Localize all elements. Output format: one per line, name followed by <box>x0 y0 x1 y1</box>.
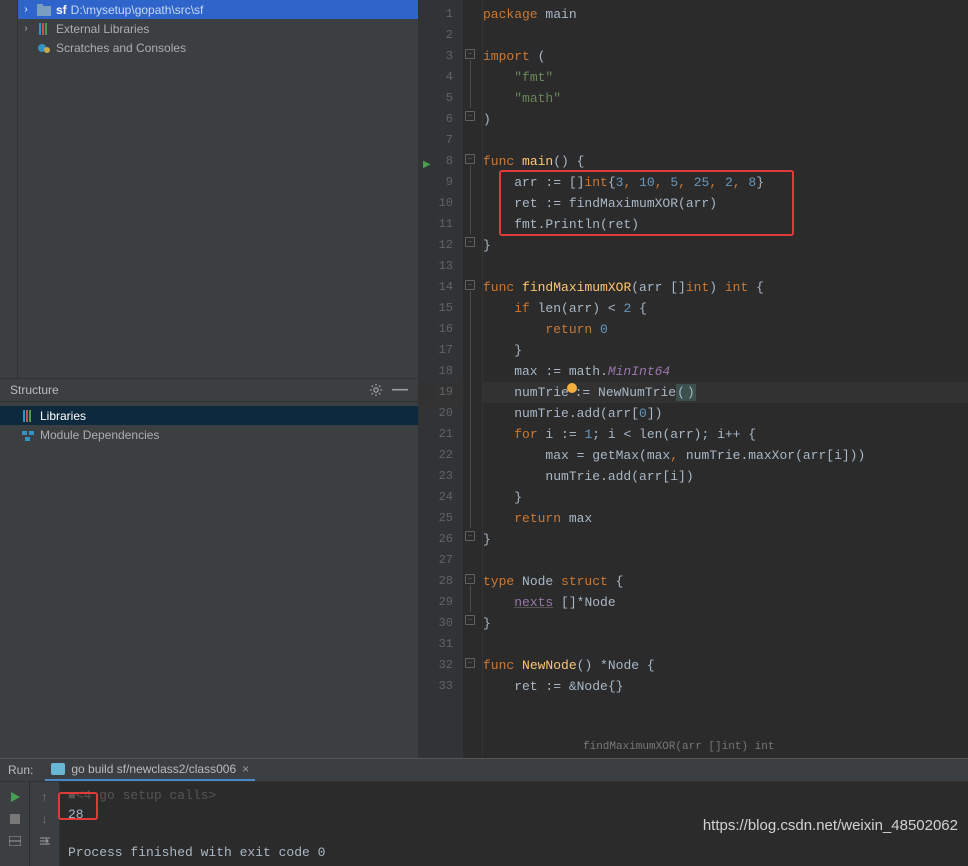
tree-item-name: External Libraries <box>56 22 149 36</box>
code-editor[interactable]: 1234567 8▶ 9101112131415161718 19 202122… <box>418 0 968 758</box>
watermark: https://blog.csdn.net/weixin_48502062 <box>703 817 958 834</box>
run-toolbar-2[interactable]: ↑ ↓ <box>30 782 60 866</box>
libraries-icon <box>20 408 36 424</box>
layout-icon[interactable] <box>7 833 23 849</box>
structure-item-module-deps[interactable]: Module Dependencies <box>0 425 418 444</box>
breadcrumb-text: findMaximumXOR(arr []int) int <box>583 741 774 753</box>
fold-icon[interactable]: − <box>465 574 475 584</box>
project-tree[interactable]: › sf D:\mysetup\gopath\src\sf › External… <box>0 0 418 378</box>
fold-icon[interactable]: − <box>465 615 475 625</box>
rerun-icon[interactable] <box>7 789 23 805</box>
go-icon <box>51 763 65 775</box>
minimize-icon[interactable]: — <box>392 382 408 398</box>
folder-icon <box>36 2 52 18</box>
warn-inspection-icon[interactable] <box>567 383 577 393</box>
module-deps-icon <box>20 427 36 443</box>
chevron-right-icon[interactable]: › <box>20 4 32 15</box>
tree-item-external-libraries[interactable]: › External Libraries <box>18 19 418 38</box>
wrap-icon[interactable] <box>37 833 53 849</box>
run-tab-label: go build sf/newclass2/class006 <box>71 762 236 776</box>
tree-item-path: D:\mysetup\gopath\src\sf <box>71 3 204 17</box>
fold-icon[interactable]: − <box>465 154 475 164</box>
gear-icon[interactable] <box>368 382 384 398</box>
left-toolstrip[interactable] <box>0 0 18 378</box>
structure-panel[interactable]: Libraries Module Dependencies <box>0 402 418 758</box>
structure-title: Structure <box>10 383 360 397</box>
breadcrumb[interactable]: findMaximumXOR(arr []int) int <box>543 738 968 756</box>
stop-icon[interactable] <box>7 811 23 827</box>
fold-icon[interactable]: − <box>465 111 475 121</box>
console-line: <4 go setup calls> <box>76 788 216 803</box>
run-header: Run: go build sf/newclass2/class006 × <box>0 759 968 782</box>
down-icon[interactable]: ↓ <box>37 811 53 827</box>
structure-panel-header: Structure — <box>0 378 418 402</box>
fold-icon[interactable]: − <box>465 531 475 541</box>
tree-item-project-root[interactable]: › sf D:\mysetup\gopath\src\sf <box>18 0 418 19</box>
fold-icon[interactable]: − <box>465 49 475 59</box>
run-toolbar[interactable] <box>0 782 30 866</box>
chevron-right-icon[interactable]: › <box>20 23 32 34</box>
scratches-icon <box>36 40 52 56</box>
structure-item-label: Module Dependencies <box>40 428 159 442</box>
libraries-icon <box>36 21 52 37</box>
up-icon[interactable]: ↑ <box>37 789 53 805</box>
run-tab[interactable]: go build sf/newclass2/class006 × <box>45 759 255 781</box>
fold-icon[interactable]: − <box>465 237 475 247</box>
tree-item-name: Scratches and Consoles <box>56 41 186 55</box>
structure-item-label: Libraries <box>40 409 86 423</box>
fold-icon[interactable]: − <box>465 280 475 290</box>
close-icon[interactable]: × <box>242 762 249 776</box>
code-content[interactable]: package main import ( "fmt" "math" ) fun… <box>483 0 968 758</box>
line-number-gutter[interactable]: 1234567 8▶ 9101112131415161718 19 202122… <box>419 0 463 758</box>
tree-item-scratches[interactable]: Scratches and Consoles <box>18 38 418 57</box>
fold-icon[interactable]: − <box>465 658 475 668</box>
run-label: Run: <box>8 763 33 777</box>
fold-gutter[interactable]: − − − − − − − − − <box>463 0 483 758</box>
tree-item-name: sf <box>56 3 67 17</box>
structure-item-libraries[interactable]: Libraries <box>0 406 418 425</box>
console-line: Process finished with exit code 0 <box>68 843 960 862</box>
